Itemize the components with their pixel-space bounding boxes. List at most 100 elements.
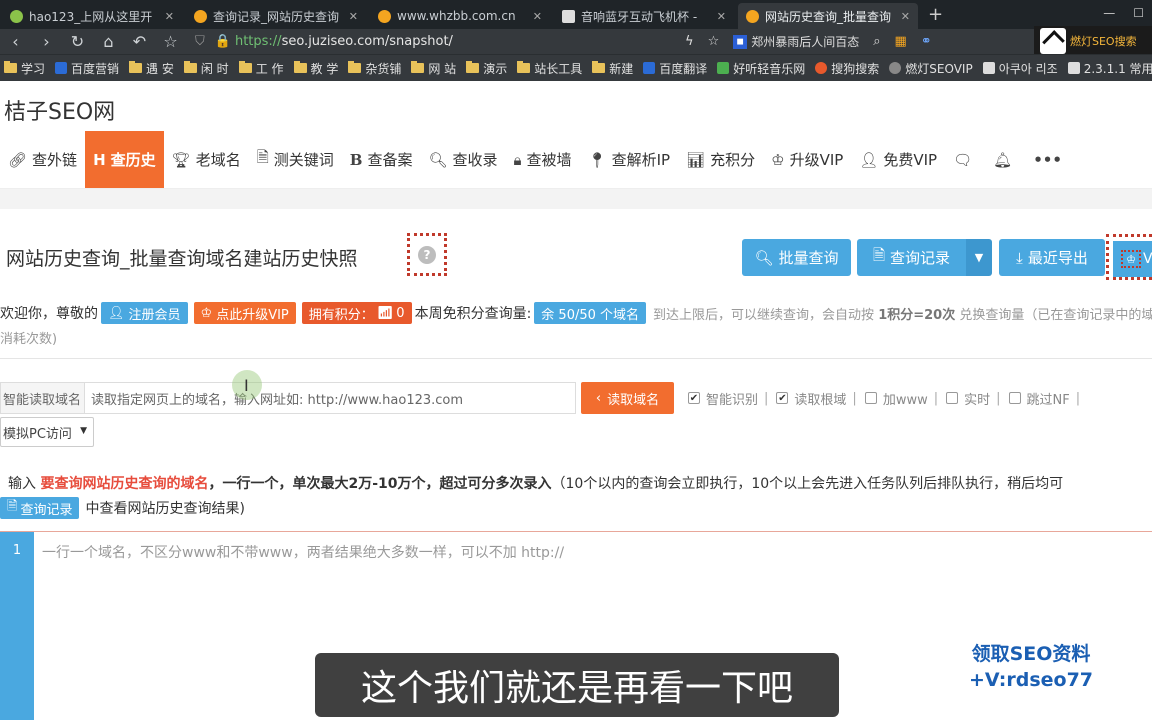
upgrade-vip-badge[interactable]: ♔ 点此升级VIP (193, 302, 296, 324)
folder-icon (129, 61, 143, 73)
menu-item-history[interactable]: H 查历史 (85, 131, 164, 188)
user-agent-select[interactable]: 模拟PC访问 ▼ (0, 417, 94, 447)
instruction-line-2: 🗎 查询记录 中查看网站历史查询结果) (0, 497, 245, 519)
bookmark-item[interactable]: 工 作 (235, 60, 290, 77)
reader-url-input[interactable]: 读取指定网页上的域名，输入网址如: http://www.hao123.com (84, 382, 576, 414)
tab-title: www.whzbb.com.cn (397, 9, 516, 23)
bookmark-item[interactable]: 아쿠아 리조 (979, 60, 1064, 77)
records-dropdown-icon[interactable]: ▼ (966, 239, 992, 276)
editor-placeholder: 一行一个域名，不区分www和不带www，两者结果绝大多数一样，可以不加 http… (42, 545, 565, 561)
browser-tab-active[interactable]: 网站历史查询_批量查询 ✕ (738, 3, 918, 29)
tab-close-icon[interactable]: ✕ (165, 10, 174, 23)
tab-close-icon[interactable]: ✕ (533, 10, 542, 23)
menu-item-old-domain[interactable]: 🏆︎ 老域名 (164, 131, 249, 188)
folder-icon (348, 61, 362, 73)
bookmark-item[interactable]: 演示 (462, 60, 513, 77)
reload-icon[interactable]: ↻ (62, 32, 93, 51)
browser-nav-bar: ‹ › ↻ ⌂ ↶ ☆ ⛉ 🔒 https:// seo.juziseo.com… (0, 29, 1152, 54)
bookmark-item[interactable]: 杂货铺 (344, 60, 407, 77)
home-icon[interactable]: ⌂ (93, 32, 124, 51)
menu-item-index[interactable]: 🔍︎ 查收录 (420, 131, 505, 188)
forward-icon[interactable]: › (31, 32, 62, 51)
vip-button-highlight[interactable]: ♔ V (1106, 234, 1152, 280)
read-domains-button[interactable]: ‹ 读取域名 (581, 382, 674, 414)
line-number-gutter: 1 (0, 532, 34, 720)
bookmark-item[interactable]: 闲 时 (180, 60, 235, 77)
bookmark-item[interactable]: 好听轻音乐网 (713, 60, 811, 77)
extension-icon[interactable]: ⚭ (921, 34, 932, 49)
help-highlight[interactable]: ? (407, 233, 447, 276)
query-records-button[interactable]: 🗎 查询记录 (857, 239, 966, 276)
menu-item-icp[interactable]: B 查备案 (342, 131, 421, 188)
bookmark-item[interactable]: 站长工具 (513, 60, 588, 77)
bookmark-item[interactable]: 百度翻译 (639, 60, 713, 77)
tab-title: 网站历史查询_批量查询 (765, 9, 892, 24)
link-icon: 🔗︎ (8, 150, 28, 169)
batch-query-button[interactable]: 🔍︎ 批量查询 (742, 239, 851, 276)
add-www-checkbox[interactable] (864, 392, 877, 404)
quota-note-line2: 消耗次数) (0, 332, 58, 347)
undo-icon[interactable]: ↶ (124, 32, 155, 51)
apps-icon[interactable]: ▦ (895, 34, 907, 49)
browser-tab[interactable]: 查询记录_网站历史查询 ✕ (186, 3, 366, 29)
user-plus-icon: 👤︎ (859, 150, 879, 169)
bookmark-item[interactable]: 搜狗搜索 (811, 60, 885, 77)
nav-right-tools: ϟ ☆ ◼ 郑州暴雨后人间百态 ⌕ ▦ ⚭ (685, 29, 932, 54)
chevron-left-icon: ‹ (595, 390, 602, 406)
recent-export-button[interactable]: ⤓ 最近导出 (999, 239, 1105, 276)
minimize-icon[interactable]: — (1103, 6, 1115, 20)
menu-item-link[interactable]: 🔗︎ 查外链 (0, 131, 85, 188)
folder-icon (466, 61, 480, 73)
folder-icon (293, 61, 307, 73)
news-ticker[interactable]: ◼ 郑州暴雨后人间百态 (733, 33, 859, 50)
reader-label: 智能读取域名 (0, 382, 84, 414)
skip-nf-checkbox[interactable] (1008, 392, 1021, 404)
lock-icon: 🔒 (214, 34, 231, 49)
folder-icon (592, 61, 606, 73)
vip-button[interactable]: ♔ V (1113, 241, 1152, 277)
search-icon[interactable]: ⌕ (873, 34, 880, 49)
site-logo[interactable]: 桔子SEO网 (4, 94, 115, 126)
bookmark-star-icon[interactable]: ☆ (155, 32, 186, 51)
root-domain-checkbox[interactable]: ✔ (776, 392, 789, 404)
realtime-checkbox[interactable] (946, 392, 959, 404)
chat-icon[interactable]: 🗨︎ (945, 131, 985, 188)
address-bar[interactable]: ⛉ 🔒 https:// seo.juziseo.com/snapshot/ (195, 31, 755, 52)
site-icon (1067, 62, 1080, 74)
bookmark-item[interactable]: 遇 安 (125, 60, 180, 77)
smart-detect-checkbox[interactable]: ✔ (688, 392, 700, 404)
browser-tab[interactable]: hao123_上网从这里开 ✕ (2, 3, 182, 29)
maximize-icon[interactable]: ☐ (1133, 6, 1144, 20)
divider (0, 358, 1152, 359)
register-badge[interactable]: 👤︎ 注册会员 (101, 302, 188, 324)
bookmark-item[interactable]: 学习 (0, 60, 51, 77)
more-icon[interactable]: ••• (1025, 131, 1075, 188)
menu-item-dns-ip[interactable]: 📍︎ 查解析IP (580, 131, 679, 188)
bookmark-item[interactable]: 2.3.1.1 常用 (1064, 60, 1152, 77)
browser-tab[interactable]: www.whzbb.com.cn ✕ (370, 3, 550, 29)
url-protocol: https:// (234, 34, 282, 49)
tab-close-icon[interactable]: ✕ (349, 10, 358, 23)
bookmark-item[interactable]: 新建 (588, 60, 639, 77)
tab-title: 查询记录_网站历史查询 (213, 9, 340, 24)
bookmark-item[interactable]: 燃灯SEOVIP (885, 60, 978, 77)
menu-item-free-vip[interactable]: 👤︎ 免费VIP (851, 131, 945, 188)
menu-item-keyword[interactable]: 🗎 测关键词 (249, 131, 342, 188)
bell-icon[interactable]: 🔔︎ (985, 131, 1025, 188)
menu-item-blocked[interactable]: 🔒︎ 查被墙 (506, 131, 580, 188)
back-icon[interactable]: ‹ (0, 32, 31, 51)
browser-tab[interactable]: 音响蓝牙互动飞机杯 - ✕ (554, 3, 734, 29)
bookmark-item[interactable]: 百度营销 (51, 60, 125, 77)
extension-logo[interactable]: 燃灯SEO搜索 (1034, 26, 1152, 56)
menu-item-recharge[interactable]: 📊︎ 充积分 (678, 131, 763, 188)
bookmark-item[interactable]: 网 站 (407, 60, 462, 77)
shield-icon: ⛉ (195, 34, 205, 49)
tab-close-icon[interactable]: ✕ (717, 10, 726, 23)
tab-close-icon[interactable]: ✕ (901, 10, 910, 23)
favorite-icon[interactable]: ☆ (708, 34, 720, 49)
menu-item-upgrade-vip[interactable]: ♔ 升级VIP (763, 131, 851, 188)
records-link-badge[interactable]: 🗎 查询记录 (0, 497, 80, 519)
bookmark-item[interactable]: 教 学 (290, 60, 345, 77)
new-tab-button[interactable]: + (922, 4, 949, 29)
lightning-icon[interactable]: ϟ (685, 34, 694, 49)
